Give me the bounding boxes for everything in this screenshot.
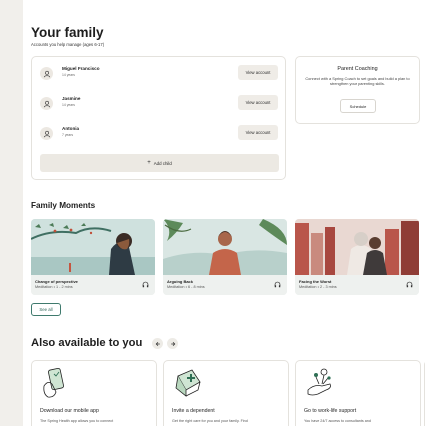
avatar: [40, 127, 53, 140]
view-account-button[interactable]: View account: [238, 65, 278, 80]
also-available-heading: Also available to you: [31, 337, 143, 349]
arrow-left-icon: [155, 341, 160, 346]
member-name: Antonia: [62, 126, 80, 131]
available-card-description: You have 24/7 access to consultants and: [304, 419, 371, 423]
member-age: 7 years: [62, 133, 74, 137]
view-account-button[interactable]: View account: [238, 125, 278, 140]
moment-meta: Meditation • 2 - 3 mins: [299, 285, 337, 289]
moment-title: Facing the Worst: [299, 279, 332, 284]
page-title: Your family: [31, 25, 104, 40]
avatar: [40, 97, 53, 110]
add-child-label: Add child: [153, 160, 172, 166]
coaching-title: Parent Coaching: [337, 66, 378, 72]
headphones-icon: [274, 281, 281, 288]
schedule-button[interactable]: Schedule: [340, 99, 376, 113]
moment-info: Facing the Worst Meditation • 2 - 3 mins: [295, 275, 419, 295]
available-card[interactable]: Invite a dependent Get the right care fo…: [163, 360, 289, 426]
family-member-row: Miguel Francisco 14 years View account: [40, 64, 278, 86]
moment-illustration: [163, 219, 287, 275]
arrow-right-icon: [170, 341, 175, 346]
user-icon: [43, 130, 50, 137]
member-age: 14 years: [62, 73, 76, 77]
moment-title: Change of perspective: [35, 279, 78, 284]
work-life-support-icon: [307, 368, 331, 396]
user-icon: [43, 70, 50, 77]
family-moments-heading: Family Moments: [31, 201, 96, 210]
page-subtitle: Accounts you help manage (ages 6-17): [31, 42, 105, 47]
plus-icon: +: [147, 160, 151, 166]
moment-title: Arguing Back: [167, 279, 194, 284]
medical-kit-icon: [175, 369, 201, 397]
family-card: Miguel Francisco 14 years View account J…: [31, 56, 286, 180]
avatar: [40, 67, 53, 80]
member-name: Jasmine: [62, 96, 81, 101]
moment-card[interactable]: Change of perspective Meditation • 1 - 2…: [31, 219, 155, 295]
moment-meta: Meditation • 1 - 2 mins: [35, 285, 73, 289]
member-age: 14 years: [62, 103, 76, 107]
moment-illustration: [295, 219, 419, 275]
headphones-icon: [406, 281, 413, 288]
see-all-button[interactable]: See all: [31, 303, 61, 316]
available-card[interactable]: Go to work-life support You have 24/7 ac…: [295, 360, 421, 426]
available-card-title: Invite a dependent: [172, 408, 215, 414]
view-account-button[interactable]: View account: [238, 95, 278, 110]
add-child-button[interactable]: + Add child: [40, 154, 279, 172]
moment-info: Arguing Back Meditation • 6 - 8 mins: [163, 275, 287, 295]
available-card-description: Get the right care for you and your fami…: [172, 419, 248, 423]
moment-card[interactable]: Arguing Back Meditation • 6 - 8 mins: [163, 219, 287, 295]
carousel-next-button[interactable]: [167, 338, 178, 349]
page: Your family Accounts you help manage (ag…: [23, 0, 425, 426]
available-card[interactable]: Download our mobile app The Spring Healt…: [31, 360, 157, 426]
available-card-title: Download our mobile app: [40, 408, 99, 414]
moment-info: Change of perspective Meditation • 1 - 2…: [31, 275, 155, 295]
parent-coaching-card: Parent Coaching Connect with a Spring Co…: [295, 56, 420, 124]
available-card-title: Go to work-life support: [304, 408, 357, 414]
family-member-row: Jasmine 14 years View account: [40, 94, 278, 116]
headphones-icon: [142, 281, 149, 288]
moment-illustration: [31, 219, 155, 275]
member-name: Miguel Francisco: [62, 66, 100, 71]
available-card-description: The Spring Health app allows you to conn…: [40, 419, 114, 423]
coaching-description: Connect with a Spring Coach to set goals…: [305, 76, 410, 87]
user-icon: [43, 100, 50, 107]
moment-card[interactable]: Facing the Worst Meditation • 2 - 3 mins: [295, 219, 419, 295]
family-member-row: Antonia 7 years View account: [40, 124, 278, 146]
carousel-prev-button[interactable]: [152, 338, 163, 349]
moment-meta: Meditation • 6 - 8 mins: [167, 285, 205, 289]
mobile-app-icon: [43, 367, 64, 398]
